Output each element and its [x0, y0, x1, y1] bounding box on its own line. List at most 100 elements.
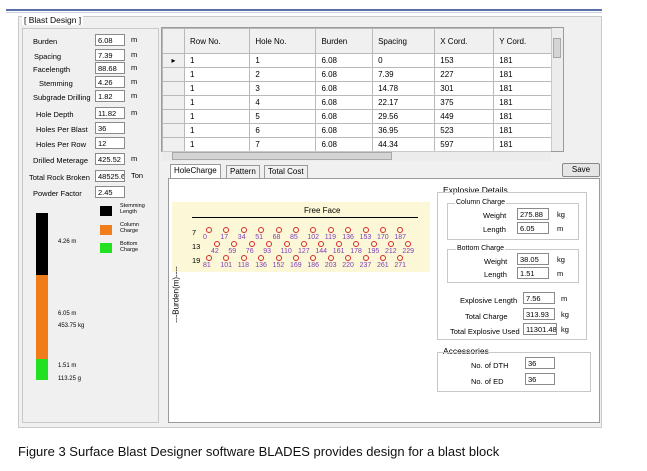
table-cell[interactable]: 181 [493, 81, 553, 96]
table-cell[interactable]: 153 [434, 53, 495, 68]
param-input-powder-factor[interactable]: 2.45 [95, 186, 125, 198]
table-cell[interactable]: 6.08 [315, 123, 374, 138]
blast-hole-marker [327, 227, 334, 233]
table-cell[interactable]: 44.34 [372, 137, 436, 151]
param-label-total-rock-broken: Total Rock Broken [29, 173, 90, 182]
table-cell[interactable]: 6.08 [315, 53, 374, 68]
table-cell[interactable]: 375 [434, 95, 495, 110]
param-input-total-rock-broken[interactable]: 48525.65 [95, 170, 125, 182]
blast-hole-number: 195 [367, 248, 380, 255]
table-cell[interactable]: 6.08 [315, 95, 374, 110]
bottom-weight-input[interactable]: 38.05 [517, 253, 549, 265]
ed-input[interactable]: 36 [525, 373, 555, 385]
save-button[interactable]: Save [562, 163, 600, 177]
table-cell[interactable]: 1 [183, 95, 251, 110]
grid-vertical-scroll-thumb[interactable] [553, 38, 561, 58]
explosive-length-input[interactable]: 7.56 [523, 292, 555, 304]
param-input-spacing[interactable]: 7.39 [95, 49, 125, 61]
table-cell[interactable]: 301 [434, 81, 495, 96]
table-cell[interactable]: 597 [434, 137, 495, 151]
row-header[interactable] [162, 67, 185, 82]
table-cell[interactable]: 1 [183, 53, 251, 68]
row-header[interactable] [162, 123, 185, 138]
column-length-input[interactable]: 6.05 [517, 222, 549, 234]
table-cell[interactable]: 6 [249, 123, 317, 138]
table-cell[interactable]: 1 [183, 109, 251, 124]
dth-input[interactable]: 36 [525, 357, 555, 369]
table-cell[interactable]: 29.56 [372, 109, 436, 124]
table-cell[interactable]: 181 [493, 95, 553, 110]
col-header-spacing[interactable]: Spacing [372, 28, 436, 54]
table-row[interactable]: 1 3 6.08 14.78 301 181 [162, 81, 553, 96]
col-header-burden[interactable]: Burden [315, 28, 374, 54]
table-cell[interactable]: 227 [434, 67, 495, 82]
table-cell[interactable]: 1 [183, 67, 251, 82]
table-cell[interactable]: 14.78 [372, 81, 436, 96]
table-cell[interactable]: 181 [493, 109, 553, 124]
col-header-hole-no[interactable]: Hole No. [249, 28, 317, 54]
row-header[interactable] [162, 81, 185, 96]
param-input-hole-depth[interactable]: 11.82 [95, 107, 125, 119]
param-label-stemming: Stemming [39, 79, 73, 88]
table-cell[interactable]: 1 [249, 53, 317, 68]
column-weight-input[interactable]: 275.88 [517, 208, 549, 220]
param-input-holes-per-blast[interactable]: 36 [95, 122, 125, 134]
grid-horizontal-scroll-thumb[interactable] [172, 152, 392, 160]
col-header-x-cord[interactable]: X Cord. [434, 28, 495, 54]
table-cell[interactable]: 22.17 [372, 95, 436, 110]
param-input-burden[interactable]: 6.08 [95, 34, 125, 46]
table-row[interactable]: 1 6 6.08 36.95 523 181 [162, 123, 553, 138]
blast-hole-number: 169 [290, 262, 302, 269]
blast-hole-marker [380, 227, 386, 233]
table-cell[interactable]: 3 [249, 81, 317, 96]
table-cell[interactable]: 449 [434, 109, 495, 124]
table-cell[interactable]: 523 [434, 123, 495, 138]
col-header-row-no[interactable]: Row No. [183, 28, 251, 54]
table-cell[interactable]: 6.08 [315, 81, 374, 96]
table-row[interactable]: 1 4 6.08 22.17 375 181 [162, 95, 553, 110]
tab-total-cost[interactable]: Total Cost [264, 165, 308, 178]
row-header[interactable] [162, 95, 185, 110]
row-header[interactable] [162, 137, 185, 151]
table-cell[interactable]: 6.08 [315, 137, 374, 151]
table-cell[interactable]: 0 [372, 53, 436, 68]
table-row[interactable]: 1 7 6.08 44.34 597 181 [162, 137, 553, 151]
table-cell[interactable]: 181 [493, 137, 553, 151]
param-input-drilled-meterage[interactable]: 425.52 [95, 153, 125, 165]
table-cell[interactable]: 181 [493, 67, 553, 82]
table-cell[interactable]: 7.39 [372, 67, 436, 82]
param-label-powder-factor: Powder Factor [33, 189, 82, 198]
table-cell[interactable]: 5 [249, 109, 317, 124]
tab-holecharge[interactable]: HoleCharge [170, 164, 221, 178]
blast-hole-marker [380, 255, 386, 261]
col-header-y-cord[interactable]: Y Cord. [493, 28, 553, 54]
param-unit-hole-depth: m [131, 108, 138, 117]
table-cell[interactable]: 2 [249, 67, 317, 82]
table-row[interactable]: 1 5 6.08 29.56 449 181 [162, 109, 553, 124]
table-cell[interactable]: 4 [249, 95, 317, 110]
table-cell[interactable]: 1 [183, 123, 251, 138]
tab-pattern[interactable]: Pattern [226, 165, 260, 178]
table-cell[interactable]: 6.08 [315, 109, 374, 124]
table-cell[interactable]: 181 [493, 53, 553, 68]
table-row[interactable]: 1 2 6.08 7.39 227 181 [162, 67, 553, 82]
total-charge-input[interactable]: 313.93 [523, 308, 555, 320]
bottom-length-input[interactable]: 1.51 [517, 267, 549, 279]
row-header[interactable] [162, 109, 185, 124]
param-input-facelength[interactable]: 88.68 [95, 62, 125, 74]
table-cell[interactable]: 7 [249, 137, 317, 151]
param-input-holes-per-row[interactable]: 12 [95, 137, 125, 149]
table-cell[interactable]: 36.95 [372, 123, 436, 138]
blast-hole-number: 81 [203, 262, 211, 269]
table-cell[interactable]: 1 [183, 81, 251, 96]
total-explosive-used-input[interactable]: 11301.48 [523, 323, 557, 335]
table-cell[interactable]: 1 [183, 137, 251, 151]
table-cell[interactable]: 181 [493, 123, 553, 138]
blast-hole-number: 93 [263, 248, 271, 255]
row-header[interactable]: ▸ [162, 53, 185, 68]
param-input-stemming[interactable]: 4.26 [95, 76, 125, 88]
holes-grid[interactable]: Row No. Hole No. Burden Spacing X Cord. … [161, 27, 564, 152]
table-row[interactable]: ▸ 1 1 6.08 0 153 181 [162, 53, 553, 68]
param-input-subgrade-drilling[interactable]: 1.82 [95, 90, 125, 102]
table-cell[interactable]: 6.08 [315, 67, 374, 82]
